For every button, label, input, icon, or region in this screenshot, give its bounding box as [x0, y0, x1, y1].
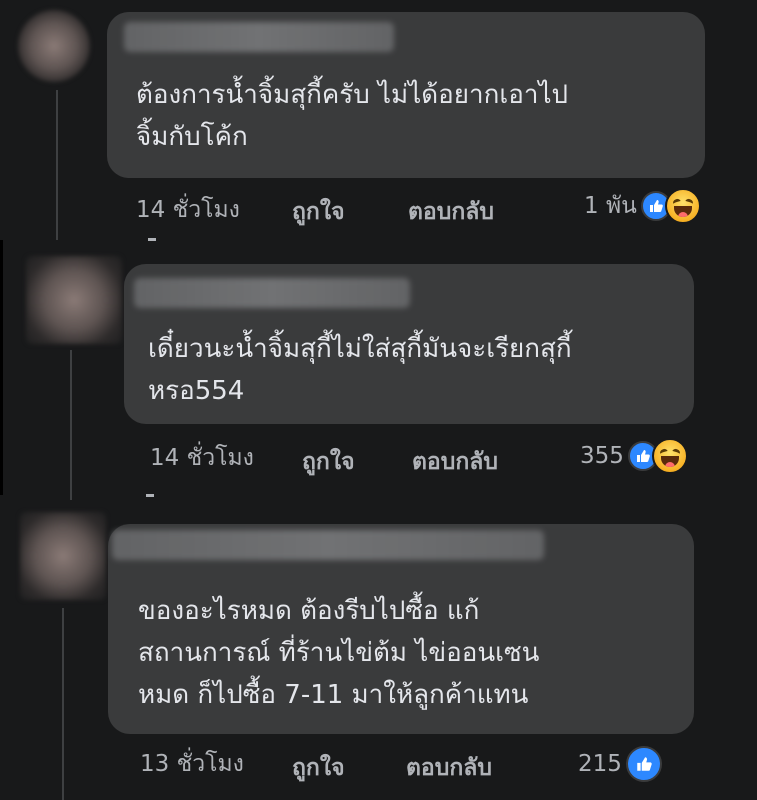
comment-text: ต้องการน้ำจิ้มสุกี้ครับ ไม่ได้อยากเอาไป …	[136, 80, 569, 152]
avatar[interactable]	[26, 256, 122, 344]
avatar[interactable]	[20, 512, 106, 600]
reaction-count: 1 พัน	[584, 193, 637, 219]
reaction-summary[interactable]: 355	[580, 438, 688, 474]
reply-button[interactable]: ตอบกลับ	[412, 444, 498, 480]
author-name[interactable]	[112, 530, 544, 560]
comment-text: เดี๋ยวนะน้ำจิ้มสุกี้ไม่ใส่สุกี้มันจะเรีย…	[148, 334, 572, 406]
like-icon	[625, 746, 662, 782]
author-name[interactable]	[134, 278, 410, 308]
haha-icon	[664, 188, 701, 224]
window-edge	[0, 240, 3, 495]
timestamp[interactable]: 13 ชั่วโมง	[140, 746, 244, 782]
scroll-artifact	[146, 494, 154, 497]
thread-line	[56, 90, 58, 240]
reaction-summary[interactable]: 1 พัน	[584, 188, 701, 224]
reaction-count: 355	[580, 443, 624, 469]
timestamp[interactable]: 14 ชั่วโมง	[136, 192, 240, 228]
like-button[interactable]: ถูกใจ	[292, 194, 345, 230]
comment-text: ของอะไรหมด ต้องรีบไปซื้อ แก้ สถานการณ์ ท…	[138, 596, 540, 710]
thread-line	[62, 608, 64, 800]
scroll-artifact	[148, 238, 156, 241]
author-name[interactable]	[124, 22, 394, 52]
thread-line	[70, 350, 72, 500]
like-button[interactable]: ถูกใจ	[302, 444, 355, 480]
reaction-count: 215	[578, 751, 622, 777]
haha-icon	[651, 438, 688, 474]
reply-button[interactable]: ตอบกลับ	[408, 194, 494, 230]
timestamp[interactable]: 14 ชั่วโมง	[150, 440, 254, 476]
reaction-summary[interactable]: 215	[578, 746, 662, 782]
reply-button[interactable]: ตอบกลับ	[406, 750, 492, 786]
like-button[interactable]: ถูกใจ	[292, 750, 345, 786]
avatar[interactable]	[18, 10, 90, 82]
